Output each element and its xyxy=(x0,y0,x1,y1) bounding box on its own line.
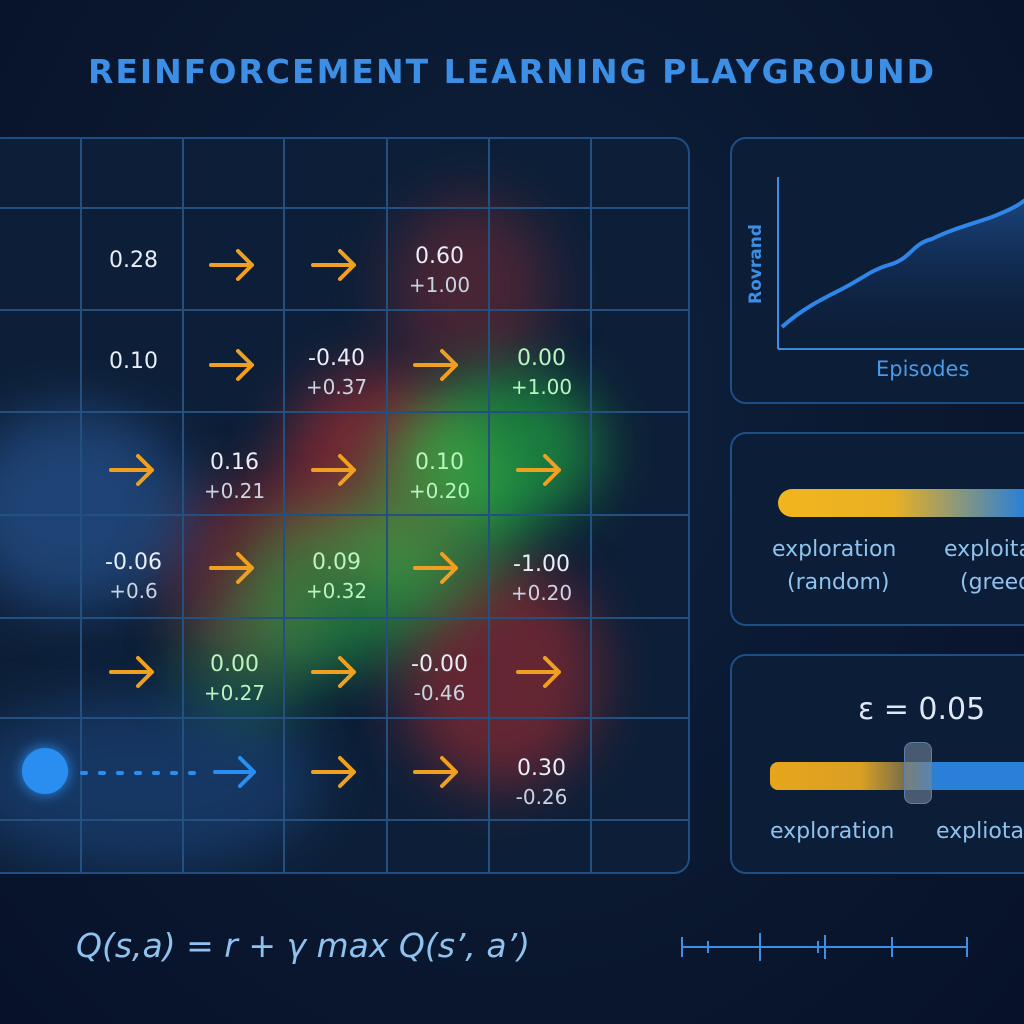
arrow-right-icon xyxy=(109,656,154,688)
grid-line-v xyxy=(283,139,285,872)
cell-delta: -0.46 xyxy=(413,681,466,705)
chart-xlabel: Episodes xyxy=(876,357,970,381)
arrow-right-icon xyxy=(209,552,254,584)
arrow-right-icon xyxy=(516,454,561,486)
tradeoff-bar xyxy=(778,489,1024,517)
gridworld-panel[interactable]: 0.28 0.60 +1.00 0.10 -0.40 +0.37 0.00 +1… xyxy=(0,137,690,874)
grid-line-h xyxy=(0,309,688,311)
cell-value: 0.10 xyxy=(415,450,464,475)
cell-value: 0.60 xyxy=(415,244,464,269)
cell-c2-1: 0.10 xyxy=(82,348,185,376)
cell-delta: +1.00 xyxy=(408,273,471,297)
cell-value: 0.16 xyxy=(210,450,259,475)
grid-line-h xyxy=(0,617,688,619)
grid-line-h xyxy=(0,514,688,516)
arrow-right-icon xyxy=(413,349,458,381)
cell-c4-3: 0.09 +0.32 xyxy=(285,549,388,605)
cell-delta: +1.00 xyxy=(510,375,573,399)
bellman-formula: Q(s,a) = r + γ max Q(s’, a’) xyxy=(76,926,530,965)
cell-c5-2: 0.00 +0.27 xyxy=(183,651,286,707)
cell-c3-2: 0.16 +0.21 xyxy=(183,449,286,505)
cell-c2-5: 0.00 +1.00 xyxy=(490,345,593,401)
cell-delta: +0.20 xyxy=(408,479,471,503)
exploration-sublabel: (random) xyxy=(787,570,890,595)
arrow-right-icon xyxy=(311,756,356,788)
arrow-right-icon xyxy=(109,454,154,486)
cell-c1-1: 0.28 xyxy=(82,247,185,275)
slider-exploration-label: exploration xyxy=(770,819,895,844)
grid-line-h xyxy=(0,717,688,719)
dotted-path-icon xyxy=(80,771,202,775)
cell-value: 0.00 xyxy=(210,652,259,677)
arrow-right-icon xyxy=(413,552,458,584)
arrow-right-icon xyxy=(209,249,254,281)
arrow-right-icon xyxy=(311,656,356,688)
cell-value: -0.40 xyxy=(308,346,365,371)
arrow-right-icon xyxy=(311,454,356,486)
exploitation-sublabel: (greed xyxy=(960,570,1024,595)
tradeoff-card: exploration (random) exploita (greed xyxy=(730,432,1024,626)
exploitation-label: exploita xyxy=(944,537,1024,562)
cell-value: 0.09 xyxy=(312,550,361,575)
chart-ylabel: Rovrand xyxy=(746,224,766,304)
epsilon-card: ε = 0.05 exploration expliota xyxy=(730,654,1024,874)
epsilon-label: ε = 0.05 xyxy=(858,692,986,727)
cell-c3-4: 0.10 +0.20 xyxy=(388,449,491,505)
grid-line-h xyxy=(0,207,688,209)
cell-value: 0.10 xyxy=(109,349,158,374)
arrow-right-icon xyxy=(413,756,458,788)
cell-c1-4: 0.60 +1.00 xyxy=(388,243,491,299)
cell-value: 0.30 xyxy=(517,756,566,781)
arrow-right-icon xyxy=(209,349,254,381)
cell-delta: -0.26 xyxy=(515,785,568,809)
cell-delta: +0.6 xyxy=(109,579,158,603)
cell-delta: +0.37 xyxy=(305,375,368,399)
cell-c5-4: -0.00 -0.46 xyxy=(388,651,491,707)
cell-value: 0.00 xyxy=(517,346,566,371)
cell-value: -0.00 xyxy=(411,652,468,677)
cell-delta: +0.20 xyxy=(510,581,573,605)
arrow-right-icon xyxy=(516,656,561,688)
timeline-icon xyxy=(681,933,968,961)
cell-delta: +0.32 xyxy=(305,579,368,603)
cell-c2-3: -0.40 +0.37 xyxy=(285,345,388,401)
reward-chart-card: Rovrand Episodes xyxy=(730,137,1024,404)
cell-c4-5: -1.00 +0.20 xyxy=(490,551,593,607)
cell-delta: +0.21 xyxy=(203,479,266,503)
arrow-right-icon xyxy=(311,249,356,281)
cell-c4-1: -0.06 +0.6 xyxy=(82,549,185,605)
slider-exploitation-label: expliota xyxy=(936,819,1024,844)
epsilon-slider-track[interactable] xyxy=(770,762,1024,790)
cell-value: -0.06 xyxy=(105,550,162,575)
cell-value: 0.28 xyxy=(109,248,158,273)
reward-area xyxy=(782,200,1024,349)
epsilon-slider-handle[interactable] xyxy=(904,742,932,804)
cell-delta: +0.27 xyxy=(203,681,266,705)
cell-c6-5: 0.30 -0.26 xyxy=(490,755,593,811)
cell-value: -1.00 xyxy=(513,552,570,577)
agent-icon[interactable] xyxy=(22,748,68,794)
page-title: REINFORCEMENT LEARNING PLAYGROUND xyxy=(87,52,937,91)
grid-line-h xyxy=(0,411,688,413)
exploration-label: exploration xyxy=(772,537,897,562)
grid-line-h xyxy=(0,819,688,821)
arrow-right-icon xyxy=(213,756,256,788)
